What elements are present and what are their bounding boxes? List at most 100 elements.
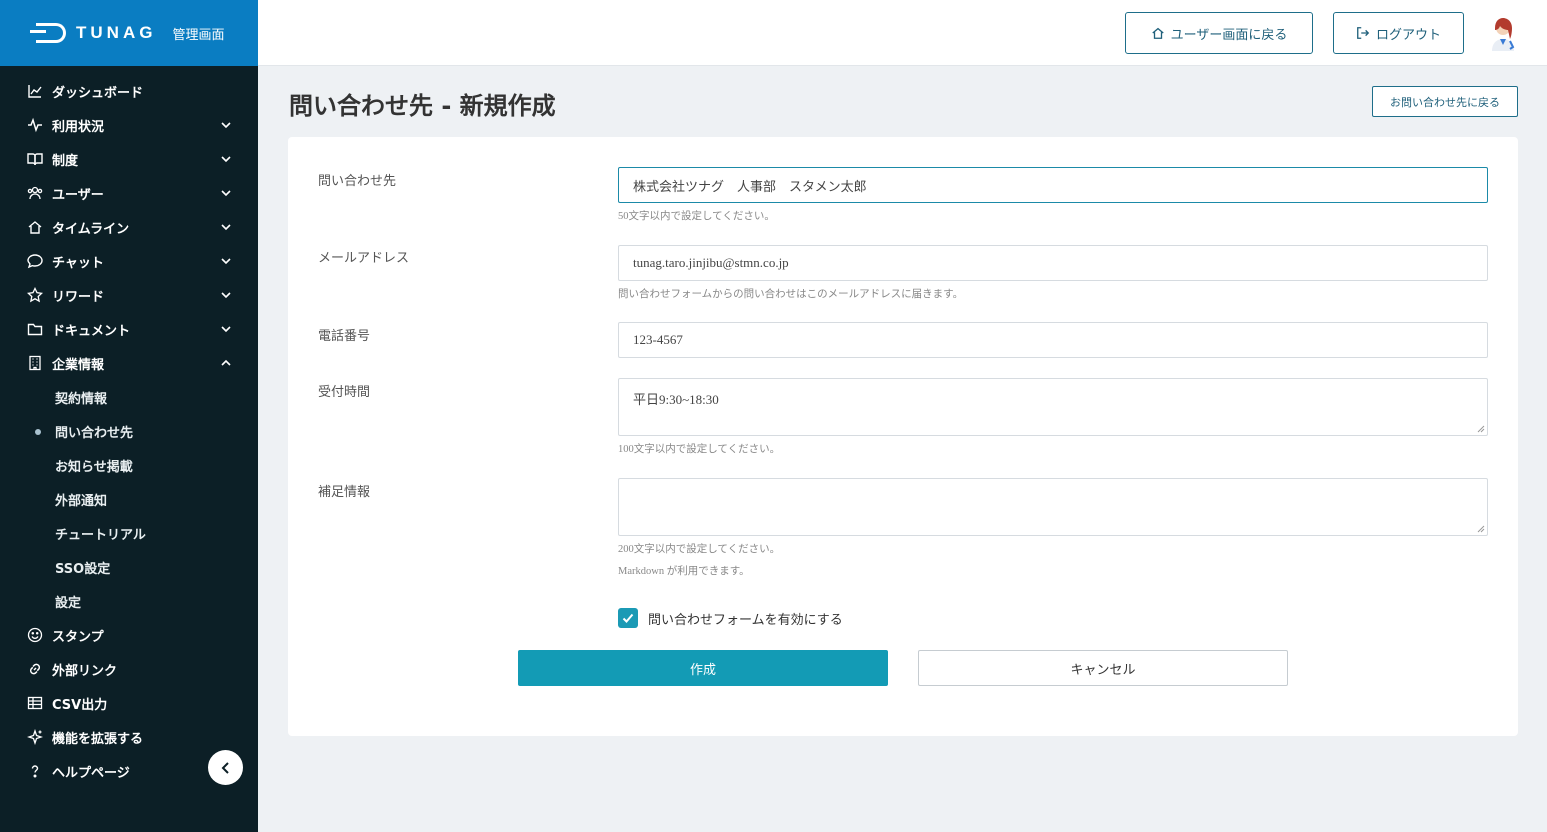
extra-textarea[interactable] [618, 478, 1488, 536]
sidebar-item-stamp[interactable]: スタンプ [0, 618, 258, 652]
chevron-left-icon [221, 761, 229, 774]
sidebar-subitem-contact[interactable]: 問い合わせ先 [0, 414, 258, 448]
enable-form-label: 問い合わせフォームを有効にする [648, 612, 843, 628]
hours-help-text: 100文字以内で設定してください。 [618, 444, 781, 455]
email-input[interactable]: tunag.taro.jinjibu@stmn.co.jp [618, 245, 1488, 281]
sidebar-nav: ダッシュボード 利用状況 制度 ユーザー タイムライン チャット リワード ドキ… [0, 66, 258, 788]
chevron-down-icon [220, 289, 232, 301]
logout-icon [1357, 27, 1370, 39]
sidebar-collapse-button[interactable] [208, 750, 243, 785]
sidebar-item-extend[interactable]: 機能を拡張する [0, 720, 258, 754]
sidebar-item-label: 企業情報 [52, 357, 105, 373]
chat-icon [26, 252, 44, 270]
sidebar-item-label: ドキュメント [52, 323, 131, 339]
sidebar-item-label: チャット [52, 255, 104, 271]
cancel-button[interactable]: キャンセル [918, 650, 1288, 686]
resize-handle-icon[interactable] [1477, 425, 1485, 433]
enable-form-checkbox[interactable] [618, 608, 638, 628]
home-icon [1151, 27, 1164, 39]
sidebar-item-label: 機能を拡張する [52, 731, 144, 747]
sidebar-subitem-settings[interactable]: 設定 [0, 584, 258, 618]
chevron-down-icon [220, 153, 232, 165]
markdown-help-text: Markdown が利用できます。 [618, 566, 750, 577]
sidebar: TUNAG 管理画面 ダッシュボード 利用状況 制度 ユーザー タイムライン チ… [0, 0, 258, 832]
folder-icon [26, 320, 44, 338]
sidebar-item-label: スタンプ [52, 629, 104, 645]
email-label: メールアドレス [318, 251, 410, 266]
brand-name: TUNAG [76, 23, 157, 42]
sidebar-item-label: ダッシュボード [52, 85, 144, 101]
sidebar-subitem-external-notice[interactable]: 外部通知 [0, 482, 258, 516]
users-icon [26, 184, 44, 202]
resize-handle-icon[interactable] [1477, 525, 1485, 533]
sidebar-item-label: ユーザー [52, 187, 104, 203]
sidebar-item-label: タイムライン [52, 221, 130, 237]
hours-textarea[interactable]: 平日9:30~18:30 [618, 378, 1488, 436]
back-to-user-screen-button[interactable]: ユーザー画面に戻る [1125, 12, 1313, 54]
check-icon [622, 613, 634, 623]
chevron-down-icon [220, 119, 232, 131]
sidebar-item-label: 制度 [52, 153, 79, 169]
extra-help-text: 200文字以内で設定してください。 [618, 544, 781, 555]
chevron-down-icon [220, 187, 232, 199]
tunag-logo-icon [30, 23, 66, 43]
contact-help-text: 50文字以内で設定してください。 [618, 211, 775, 222]
enable-form-checkbox-row[interactable]: 問い合わせフォームを有効にする [618, 608, 843, 628]
chevron-down-icon [220, 221, 232, 233]
create-button[interactable]: 作成 [518, 650, 888, 686]
sidebar-item-label: CSV出力 [52, 697, 108, 713]
chevron-up-icon [220, 357, 232, 369]
hours-value: 平日9:30~18:30 [633, 392, 719, 407]
link-icon [26, 660, 44, 678]
sidebar-item-chat[interactable]: チャット [0, 244, 258, 278]
brand-logo: TUNAG 管理画面 [30, 23, 225, 43]
sidebar-item-label: リワード [52, 289, 105, 305]
chart-line-icon [26, 82, 44, 100]
sidebar-item-external-link[interactable]: 外部リンク [0, 652, 258, 686]
hours-label: 受付時間 [318, 385, 371, 400]
help-icon [26, 762, 44, 780]
sidebar-subitem-announcement[interactable]: お知らせ掲載 [0, 448, 258, 482]
brand-subtitle: 管理画面 [172, 27, 225, 43]
logout-label: ログアウト [1375, 27, 1441, 43]
extra-label: 補足情報 [318, 485, 371, 500]
sidebar-item-dashboard[interactable]: ダッシュボード [0, 74, 258, 108]
book-icon [26, 150, 44, 168]
page-title: 問い合わせ先 - 新規作成 [289, 92, 556, 120]
chevron-down-icon [220, 323, 232, 335]
sidebar-subitem-tutorial[interactable]: チュートリアル [0, 516, 258, 550]
sidebar-item-label: 外部リンク [52, 663, 118, 679]
chevron-down-icon [220, 255, 232, 267]
form-card: 問い合わせ先 株式会社ツナグ 人事部 スタメン太郎 50文字以内で設定してくださ… [288, 137, 1518, 736]
email-help-text: 問い合わせフォームからの問い合わせはこのメールアドレスに届きます。 [618, 289, 964, 300]
sidebar-subitem-sso[interactable]: SSO設定 [0, 550, 258, 584]
sparkle-icon [26, 728, 44, 746]
sidebar-item-csv[interactable]: CSV出力 [0, 686, 258, 720]
sidebar-subitem-contract[interactable]: 契約情報 [0, 380, 258, 414]
top-header: ユーザー画面に戻る ログアウト [258, 0, 1547, 66]
contact-input[interactable]: 株式会社ツナグ 人事部 スタメン太郎 [618, 167, 1488, 203]
smile-icon [26, 626, 44, 644]
sidebar-item-label: ヘルプページ [52, 765, 130, 781]
logout-button[interactable]: ログアウト [1333, 12, 1464, 54]
sidebar-item-label: 利用状況 [52, 119, 105, 135]
avatar[interactable] [1486, 15, 1520, 51]
sidebar-item-company[interactable]: 企業情報 [0, 346, 258, 380]
back-to-contacts-button[interactable]: お問い合わせ先に戻る [1372, 86, 1518, 117]
home-icon [26, 218, 44, 236]
sidebar-item-system[interactable]: 制度 [0, 142, 258, 176]
back-to-user-screen-label: ユーザー画面に戻る [1170, 27, 1288, 43]
pulse-icon [26, 116, 44, 134]
brand-bar[interactable]: TUNAG 管理画面 [0, 0, 258, 66]
building-icon [26, 354, 44, 372]
sidebar-item-usage[interactable]: 利用状況 [0, 108, 258, 142]
contact-label: 問い合わせ先 [318, 174, 397, 189]
sidebar-item-timeline[interactable]: タイムライン [0, 210, 258, 244]
sidebar-item-document[interactable]: ドキュメント [0, 312, 258, 346]
phone-input[interactable]: 123-4567 [618, 322, 1488, 358]
table-icon [26, 694, 44, 712]
star-icon [26, 286, 44, 304]
sidebar-item-users[interactable]: ユーザー [0, 176, 258, 210]
phone-label: 電話番号 [318, 329, 371, 344]
sidebar-item-reward[interactable]: リワード [0, 278, 258, 312]
